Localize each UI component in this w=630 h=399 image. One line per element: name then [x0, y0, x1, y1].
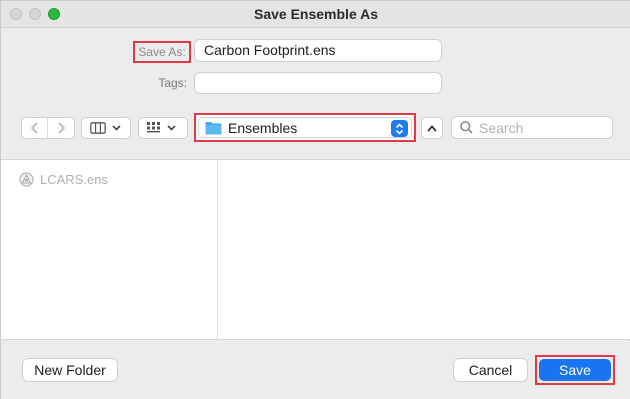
chevron-down-icon — [167, 125, 176, 131]
browser-column: LCARS.ens — [1, 160, 218, 339]
location-popup-inner: Ensembles — [198, 117, 412, 138]
column-view-button[interactable] — [81, 117, 131, 139]
file-name: LCARS.ens — [40, 172, 108, 187]
chevron-right-icon — [58, 122, 65, 134]
tags-label: Tags: — [158, 76, 187, 90]
location-label: Ensembles — [228, 119, 298, 136]
columns-view-icon — [90, 122, 106, 134]
search-placeholder: Search — [479, 119, 524, 136]
search-field[interactable]: Search — [451, 116, 613, 139]
forward-button[interactable] — [48, 118, 74, 138]
tags-field[interactable] — [194, 72, 442, 94]
up-down-stepper-icon — [395, 122, 404, 135]
save-button[interactable]: Save — [539, 359, 611, 381]
back-forward-group — [21, 117, 75, 139]
chevron-left-icon — [30, 122, 38, 134]
save-as-label: Save As: — [133, 41, 191, 63]
cancel-button[interactable]: Cancel — [453, 358, 528, 382]
save-dialog: Save Ensemble As Save As: Carbon Footpri… — [0, 0, 630, 399]
folder-icon — [205, 121, 222, 134]
window-title: Save Ensemble As — [254, 6, 378, 22]
chevron-down-icon — [112, 125, 121, 131]
file-item[interactable]: LCARS.ens — [19, 172, 108, 187]
save-form: Save As: Carbon Footprint.ens Tags: Ense… — [1, 28, 630, 160]
title-bar: Save Ensemble As — [1, 1, 630, 28]
chevron-up-icon — [427, 124, 437, 132]
location-stepper[interactable] — [391, 120, 408, 137]
icon-view-button[interactable] — [138, 117, 188, 139]
icon-grid-icon — [147, 122, 160, 133]
location-popup[interactable]: Ensembles — [194, 113, 416, 142]
document-icon — [19, 172, 34, 187]
collapse-button[interactable] — [421, 117, 443, 139]
new-folder-button[interactable]: New Folder — [22, 358, 118, 382]
save-button-highlight: Save — [535, 355, 615, 385]
file-name-field[interactable]: Carbon Footprint.ens — [194, 39, 442, 62]
file-browser: LCARS.ens — [1, 159, 630, 340]
button-bar: New Folder Cancel Save — [1, 341, 630, 399]
magnifier-icon — [460, 121, 473, 134]
back-button[interactable] — [22, 118, 48, 138]
